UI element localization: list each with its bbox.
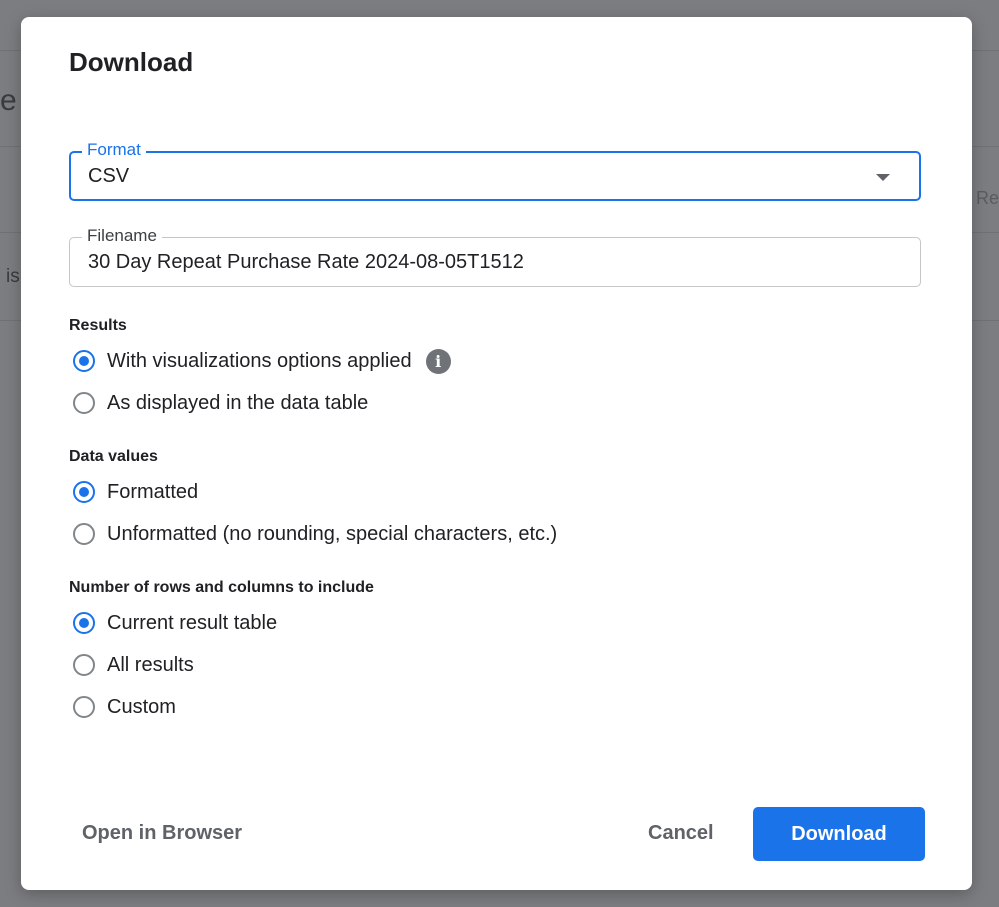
filename-input[interactable]: 30 Day Repeat Purchase Rate 2024-08-05T1… (88, 251, 524, 274)
format-select[interactable]: Format CSV (69, 140, 921, 201)
radio-option-all-results[interactable]: All results (73, 650, 194, 680)
radio-option-custom[interactable]: Custom (73, 692, 176, 722)
radio-option-with-visualizations[interactable]: With visualizations options applied i (73, 346, 451, 376)
bg-heading-fragment: e (0, 84, 17, 117)
radio-option-current-result-table[interactable]: Current result table (73, 608, 277, 638)
bg-text-fragment: Re (976, 188, 999, 208)
radio-label: As displayed in the data table (107, 391, 369, 414)
download-button[interactable]: Download (753, 807, 925, 861)
bg-text-fragment: is (6, 266, 20, 287)
radio-button-checked[interactable] (73, 481, 95, 503)
filename-field[interactable]: Filename 30 Day Repeat Purchase Rate 202… (69, 226, 921, 287)
radio-option-formatted[interactable]: Formatted (73, 477, 198, 507)
radio-label: Current result table (107, 611, 278, 634)
radio-option-as-displayed[interactable]: As displayed in the data table (73, 388, 368, 418)
radio-label: With visualizations options applied (107, 349, 412, 372)
radio-option-unformatted[interactable]: Unformatted (no rounding, special charac… (73, 519, 557, 549)
results-label: Results (69, 317, 127, 334)
radio-button-checked[interactable] (73, 612, 95, 634)
radio-label: Formatted (107, 480, 199, 503)
format-value: CSV (88, 165, 130, 187)
download-dialog: Download Format CSV Filename 30 Day Repe… (21, 17, 972, 890)
data-values-label: Data values (69, 448, 158, 465)
open-in-browser-button[interactable]: Open in Browser (82, 822, 242, 845)
radio-button[interactable] (73, 696, 95, 718)
format-label: Format (82, 140, 146, 160)
radio-label: Unformatted (no rounding, special charac… (107, 522, 558, 545)
info-icon[interactable]: i (425, 348, 451, 374)
radio-button[interactable] (73, 654, 95, 676)
chevron-down-icon[interactable] (876, 174, 890, 181)
filename-label: Filename (82, 226, 162, 246)
radio-button-checked[interactable] (73, 350, 95, 372)
radio-label: All results (107, 653, 194, 676)
radio-button[interactable] (73, 523, 95, 545)
dialog-title: Download (69, 47, 194, 77)
radio-button[interactable] (73, 392, 95, 414)
radio-label: Custom (107, 695, 176, 718)
cancel-button[interactable]: Cancel (648, 822, 714, 845)
rows-columns-label: Number of rows and columns to include (69, 579, 374, 596)
